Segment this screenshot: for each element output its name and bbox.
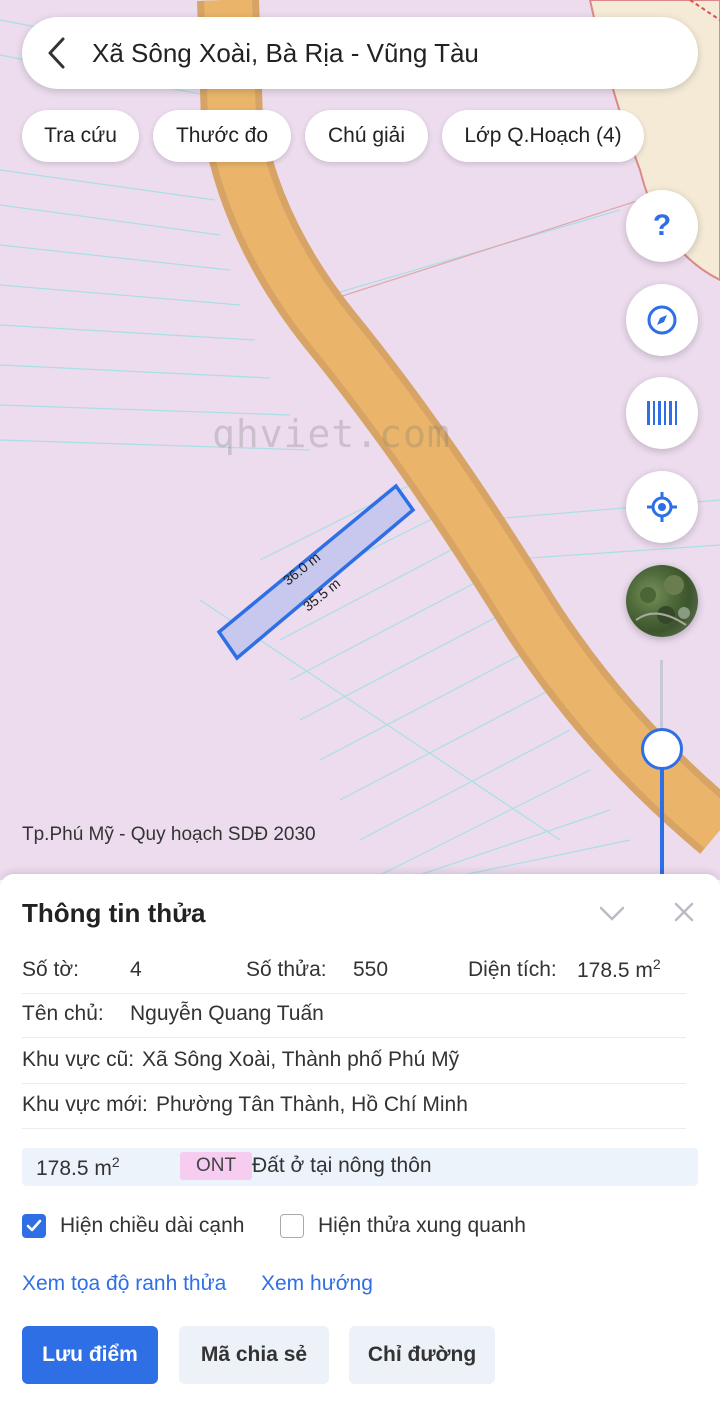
show-neighbors-checkbox[interactable]: Hiện thửa xung quanh — [280, 1214, 526, 1238]
khu-vuc-cu-label: Khu vực cũ: — [22, 1048, 135, 1071]
owner-row: Tên chủ: Nguyễn Quang Tuấn — [22, 992, 686, 1038]
parcel-info-panel: Thông tin thửa Số tờ: 4 Số thửa: 550 Diệ… — [0, 874, 720, 1412]
chip-chu-giai[interactable]: Chú giải — [305, 110, 428, 162]
old-area-row: Khu vực cũ: Xã Sông Xoài, Thành phố Phú … — [22, 1038, 686, 1084]
land-use-row: 178.5 m2 ONT Đất ở tại nông thôn — [22, 1148, 698, 1186]
view-boundary-coords-link[interactable]: Xem tọa độ ranh thửa — [22, 1272, 226, 1296]
map-caption: Tp.Phú Mỹ - Quy hoạch SDĐ 2030 — [22, 824, 316, 845]
show-edge-length-label[interactable]: Hiện chiều dài cạnh — [60, 1214, 244, 1238]
ten-chu-value: Nguyễn Quang Tuấn — [130, 1002, 324, 1025]
show-edge-length-checkbox[interactable]: Hiện chiều dài cạnh — [22, 1214, 244, 1238]
panel-title: Thông tin thửa — [22, 898, 206, 928]
search-bar[interactable]: Xã Sông Xoài, Bà Rịa - Vũng Tàu — [22, 17, 698, 89]
location-title[interactable]: Xã Sông Xoài, Bà Rịa - Vũng Tàu — [92, 38, 479, 69]
land-code-badge: ONT — [180, 1152, 252, 1180]
satellite-thumbnail-icon — [635, 575, 690, 626]
checkbox-checked-icon[interactable] — [22, 1214, 46, 1238]
dien-tich-label: Diện tích: — [468, 958, 557, 981]
so-to-value: 4 — [130, 958, 142, 981]
khu-vuc-cu-value: Xã Sông Xoài, Thành phố Phú Mỹ — [142, 1048, 460, 1071]
land-use-description: Đất ở tại nông thôn — [252, 1154, 432, 1177]
khu-vuc-moi-value: Phường Tân Thành, Hồ Chí Minh — [156, 1093, 468, 1116]
khu-vuc-moi-label: Khu vực mới: — [22, 1093, 148, 1116]
ten-chu-label: Tên chủ: — [22, 1002, 104, 1025]
back-arrow-icon[interactable] — [22, 17, 92, 89]
chip-thuoc-do[interactable]: Thước đo — [153, 110, 291, 162]
satellite-layer-button[interactable] — [626, 565, 698, 637]
save-point-button[interactable]: Lưu điểm — [22, 1326, 158, 1384]
watermark: qhviet.com — [212, 412, 451, 456]
zoom-slider-thumb[interactable] — [641, 728, 683, 770]
close-icon[interactable] — [668, 896, 700, 928]
compass-icon — [647, 305, 677, 335]
compass-button[interactable] — [626, 284, 698, 356]
show-neighbors-label[interactable]: Hiện thửa xung quanh — [318, 1214, 526, 1238]
dien-tich-value: 178.5 m2 — [577, 956, 661, 982]
so-to-label: Số tờ: — [22, 958, 79, 981]
so-thua-value: 550 — [353, 958, 389, 981]
area-unit-superscript: 2 — [652, 956, 661, 972]
help-icon: ? — [652, 209, 672, 242]
chip-lop-quy-hoach[interactable]: Lớp Q.Hoạch (4) — [442, 110, 644, 162]
view-direction-link[interactable]: Xem hướng — [261, 1272, 373, 1296]
chevron-down-icon[interactable] — [596, 898, 628, 930]
directions-button[interactable]: Chỉ đường — [349, 1326, 495, 1384]
map-view[interactable]: 36.0 m 35.5 m qhviet.com Tp.Phú Mỹ - Quy… — [0, 0, 720, 880]
share-code-button[interactable]: Mã chia sẻ — [179, 1326, 329, 1384]
parcel-ids-row: Số tờ: 4 Số thửa: 550 Diện tích: 178.5 m… — [22, 948, 686, 994]
help-button[interactable]: ? — [626, 190, 698, 262]
locate-icon — [647, 492, 677, 522]
new-area-row: Khu vực mới: Phường Tân Thành, Hồ Chí Mi… — [22, 1083, 686, 1129]
locate-button[interactable] — [626, 471, 698, 543]
land-area-unit-superscript: 2 — [111, 1154, 120, 1170]
land-area: 178.5 m2 — [36, 1154, 120, 1180]
barcode-icon — [647, 401, 677, 425]
chip-tra-cuu[interactable]: Tra cứu — [22, 110, 139, 162]
checkbox-unchecked-icon[interactable] — [280, 1214, 304, 1238]
so-thua-label: Số thửa: — [246, 958, 327, 981]
barcode-button[interactable] — [626, 377, 698, 449]
